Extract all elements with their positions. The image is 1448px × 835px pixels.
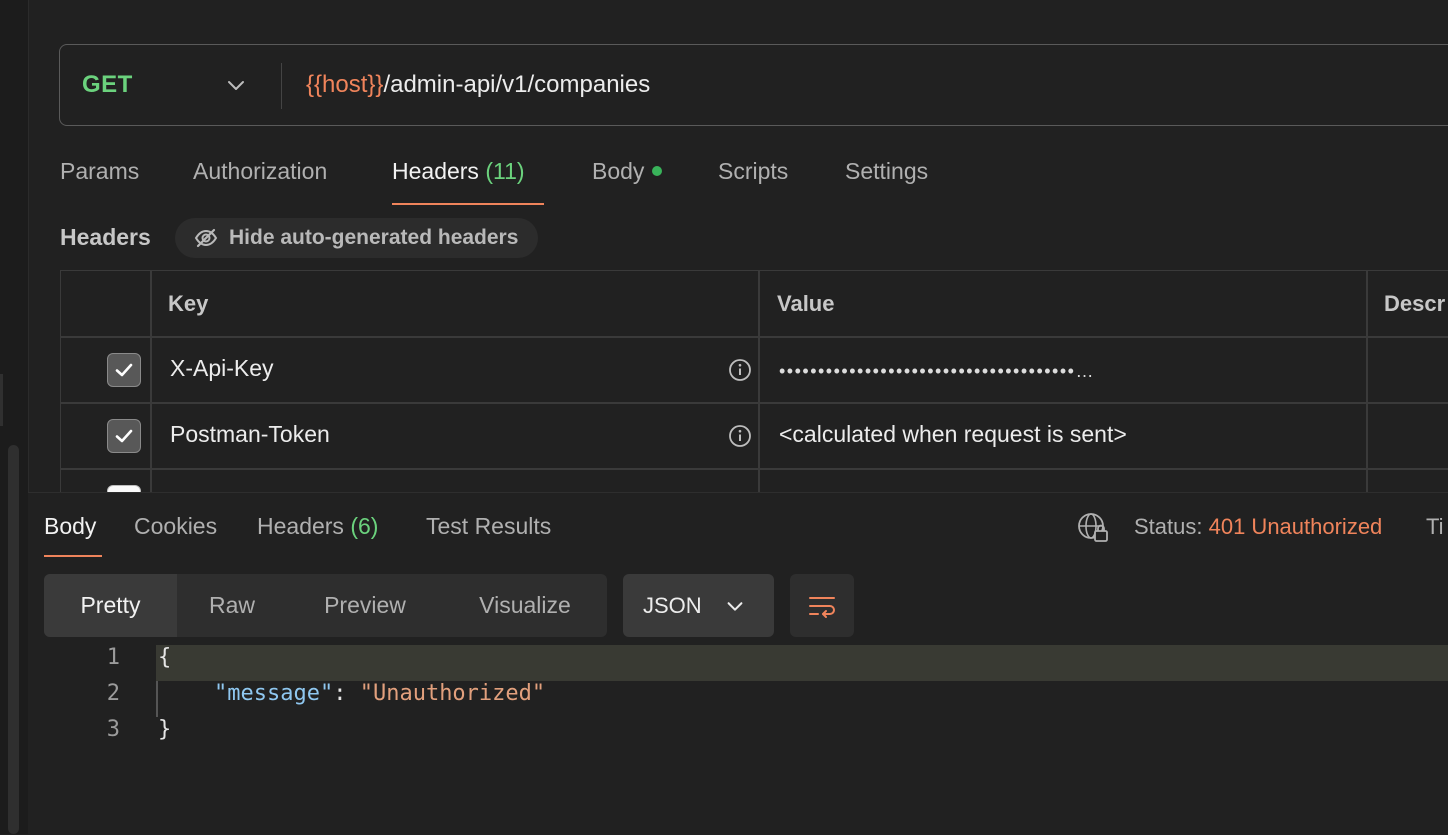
row-divider: [61, 336, 1448, 338]
hide-auto-generated-button[interactable]: Hide auto-generated headers: [175, 218, 539, 258]
tab-authorization[interactable]: Authorization: [193, 158, 327, 185]
headers-table: Key Value Descr X-Api-Key ••••••••••••••…: [60, 270, 1448, 492]
response-time-label: Ti: [1426, 514, 1444, 539]
code-line: 3 }: [28, 717, 1448, 753]
response-tab-headers[interactable]: Headers (6): [257, 513, 378, 540]
rail-notch: [0, 374, 3, 426]
status-code: 401 Unauthorized: [1208, 514, 1383, 539]
hide-auto-generated-label: Hide auto-generated headers: [229, 226, 519, 249]
column-header-description: Descr: [1384, 291, 1446, 316]
line-number: 1: [106, 645, 120, 670]
code-line: 2 "message": "Unauthorized": [28, 681, 1448, 717]
tab-params[interactable]: Params: [60, 158, 139, 185]
checkmark-icon: [115, 363, 133, 377]
format-raw-button[interactable]: Raw: [177, 574, 287, 637]
column-header-value: Value: [777, 291, 835, 316]
tab-scripts[interactable]: Scripts: [718, 158, 788, 185]
url-bar: GET {{host}}/admin-api/v1/companies: [59, 44, 1448, 126]
left-rail: [0, 0, 29, 834]
column-divider: [150, 271, 152, 492]
json-string-value: "Unauthorized": [359, 681, 546, 706]
response-headers-count: (6): [350, 513, 379, 539]
checkmark-icon: [115, 429, 133, 443]
format-pretty-button[interactable]: Pretty: [44, 574, 177, 637]
language-label: JSON: [643, 592, 702, 618]
body-modified-dot: [652, 165, 663, 176]
tab-settings[interactable]: Settings: [845, 158, 928, 185]
code-text: }: [158, 717, 172, 742]
body-format-group: Pretty Raw Preview Visualize: [44, 574, 607, 637]
globe-lock-icon[interactable]: [1076, 511, 1110, 545]
column-divider: [758, 271, 760, 492]
row-checkbox[interactable]: [107, 353, 141, 387]
url-input[interactable]: {{host}}/admin-api/v1/companies: [306, 71, 650, 99]
url-path: /admin-api/v1/companies: [383, 71, 651, 98]
scrollbar-thumb[interactable]: [8, 445, 19, 834]
column-header-key: Key: [168, 291, 209, 316]
response-tab-cookies[interactable]: Cookies: [134, 513, 217, 540]
response-code-editor[interactable]: 1 { 2 "message": "Unauthorized" 3 }: [28, 645, 1448, 835]
headers-section-title: Headers: [60, 224, 151, 250]
header-key-cell[interactable]: Postman-Token: [170, 421, 330, 448]
tab-headers[interactable]: Headers (11): [392, 158, 525, 185]
format-preview-button[interactable]: Preview: [287, 574, 443, 637]
json-key: "message": [214, 681, 334, 706]
response-tab-test-results[interactable]: Test Results: [426, 513, 551, 540]
url-host-variable: {{host}}: [306, 71, 384, 98]
line-number: 2: [106, 681, 120, 706]
code-text: {: [158, 645, 172, 670]
header-value-cell[interactable]: <calculated when request is sent>: [779, 421, 1127, 448]
code-line: 1 {: [28, 645, 1448, 681]
eye-off-icon: [194, 228, 218, 248]
header-key-cell[interactable]: X-Api-Key: [170, 355, 274, 382]
row-checkbox[interactable]: [107, 485, 141, 492]
row-divider: [61, 468, 1448, 470]
code-text: "message": "Unauthorized": [214, 681, 545, 706]
active-tab-indicator: [392, 203, 544, 205]
language-select[interactable]: JSON: [623, 574, 774, 637]
response-status[interactable]: Status: 401 Unauthorized: [1134, 514, 1382, 540]
column-divider: [1366, 271, 1368, 492]
method-select[interactable]: GET: [82, 71, 133, 99]
headers-count: (11): [485, 158, 525, 184]
format-visualize-button[interactable]: Visualize: [443, 574, 607, 637]
line-number: 3: [106, 717, 120, 742]
tab-body[interactable]: Body: [592, 158, 663, 185]
row-checkbox[interactable]: [107, 419, 141, 453]
json-separator: :: [333, 681, 360, 706]
wrap-text-icon: [809, 596, 835, 618]
response-tab-body[interactable]: Body: [44, 513, 96, 540]
response-panel: Body Cookies Headers (6) Test Results St…: [28, 492, 1448, 835]
url-divider: [281, 63, 282, 109]
info-icon[interactable]: [728, 358, 752, 382]
info-icon[interactable]: [728, 424, 752, 448]
wrap-lines-button[interactable]: [790, 574, 854, 637]
chevron-down-icon[interactable]: [224, 73, 248, 97]
header-value-cell[interactable]: ••••••••••••••••••••••••••••••••••••••…: [779, 361, 1095, 382]
active-response-tab-indicator: [44, 555, 102, 557]
chevron-down-icon: [727, 601, 743, 611]
row-divider: [61, 402, 1448, 404]
